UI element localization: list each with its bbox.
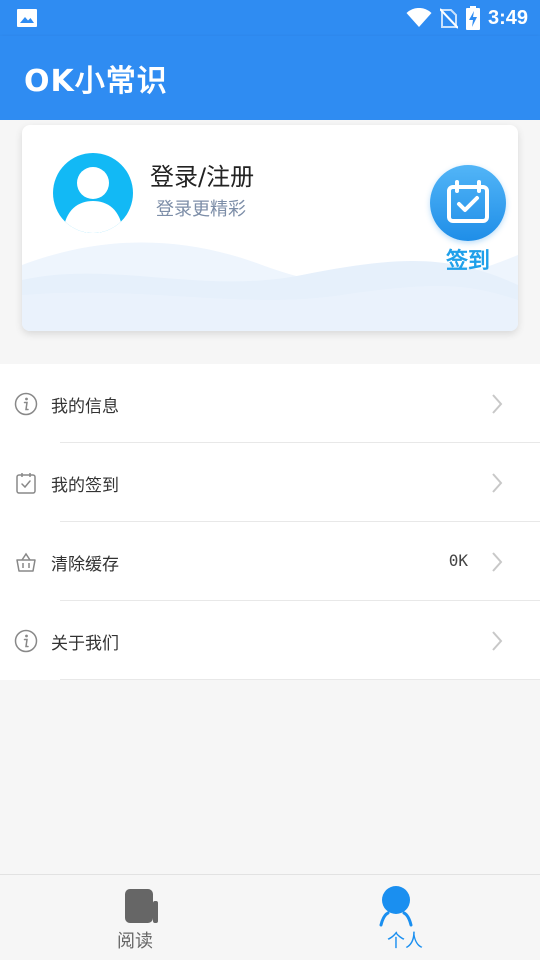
info-icon — [14, 392, 38, 416]
image-notification-icon — [17, 9, 37, 27]
no-sim-icon — [439, 8, 458, 29]
person-icon — [379, 886, 413, 927]
menu-item-about-us[interactable]: 关于我们 — [0, 601, 540, 680]
cache-size-value: 0K — [448, 551, 468, 570]
tab-read-label: 阅读 — [117, 931, 153, 952]
menu-label: 我的签到 — [51, 476, 119, 496]
avatar[interactable] — [53, 153, 133, 233]
chevron-right-icon — [492, 473, 503, 493]
sign-in-button[interactable] — [430, 165, 506, 241]
menu-label: 关于我们 — [51, 634, 119, 654]
status-bar: 3:49 — [0, 0, 540, 36]
sign-in-label[interactable]: 签到 — [430, 243, 506, 275]
divider — [60, 679, 540, 680]
tab-me[interactable]: 个人 — [270, 875, 540, 960]
user-avatar-icon — [63, 167, 123, 233]
app-bar: OK小常识 — [0, 36, 540, 120]
chevron-right-icon — [492, 394, 503, 414]
menu-item-clear-cache[interactable]: 清除缓存 0K — [0, 522, 540, 601]
settings-menu: 我的信息 我的签到 清除缓存 0K 关于我们 — [0, 364, 540, 680]
info-icon — [14, 629, 38, 653]
book-icon — [125, 889, 158, 923]
battery-charging-icon — [465, 6, 480, 30]
bottom-nav: 阅读 个人 — [0, 874, 540, 960]
chevron-right-icon — [492, 631, 503, 651]
menu-label: 清除缓存 — [51, 555, 119, 575]
app-title: OK小常识 — [24, 64, 168, 99]
status-time: 3:49 — [487, 6, 528, 29]
chevron-right-icon — [492, 552, 503, 572]
wifi-icon — [406, 8, 432, 27]
profile-card: 登录/注册 登录更精彩 签到 — [22, 125, 518, 331]
menu-item-my-info[interactable]: 我的信息 — [0, 364, 540, 443]
profile-section: 登录/注册 登录更精彩 签到 — [0, 120, 540, 364]
calendar-check-icon — [16, 473, 36, 494]
login-subtitle: 登录更精彩 — [156, 199, 246, 220]
tab-read[interactable]: 阅读 — [0, 875, 270, 960]
menu-item-my-sign-in[interactable]: 我的签到 — [0, 443, 540, 522]
menu-label: 我的信息 — [51, 397, 119, 417]
tab-me-label: 个人 — [387, 931, 423, 952]
basket-icon — [16, 552, 36, 572]
login-register-link[interactable]: 登录/注册 — [150, 157, 254, 192]
calendar-check-icon — [447, 180, 489, 223]
